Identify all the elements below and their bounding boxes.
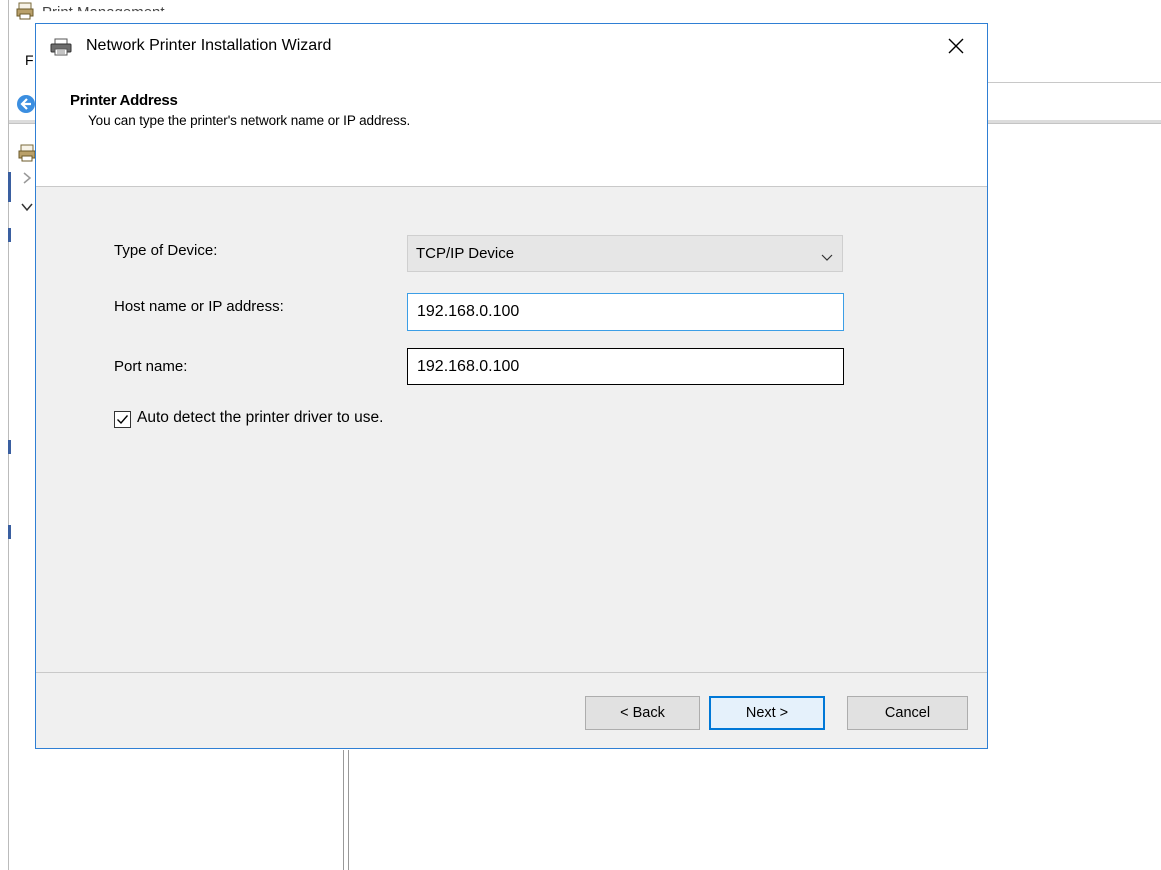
host-input[interactable]: 192.168.0.100: [407, 293, 844, 331]
wizard-title: Network Printer Installation Wizard: [86, 37, 332, 54]
close-icon: [948, 38, 964, 59]
page-subtitle: You can type the printer's network name …: [88, 113, 411, 128]
back-arrow-icon[interactable]: [16, 94, 36, 114]
app-title: Print Management: [42, 4, 165, 21]
chevron-down-icon[interactable]: [21, 200, 33, 215]
page-title: Printer Address: [70, 92, 178, 109]
auto-detect-label[interactable]: Auto detect the printer driver to use.: [137, 409, 383, 427]
chevron-right-icon[interactable]: [22, 172, 32, 187]
footer-separator: [36, 672, 987, 673]
auto-detect-checkbox[interactable]: [114, 411, 131, 428]
type-of-device-value: TCP/IP Device: [416, 245, 515, 262]
port-value: 192.168.0.100: [417, 358, 520, 375]
close-button[interactable]: [936, 28, 976, 68]
type-of-device-dropdown[interactable]: TCP/IP Device: [407, 235, 843, 272]
host-label: Host name or IP address:: [114, 298, 284, 315]
wizard-header: Printer Address You can type the printer…: [36, 72, 987, 187]
cancel-button[interactable]: Cancel: [847, 696, 968, 730]
tree-selection-marker: [8, 525, 11, 539]
tree-selection-marker: [8, 172, 11, 202]
back-button[interactable]: < Back: [585, 696, 700, 730]
next-button[interactable]: Next >: [709, 696, 825, 730]
menu-file[interactable]: F: [25, 52, 34, 68]
window-left-border: [8, 0, 9, 870]
chevron-down-icon: [821, 249, 833, 261]
port-label: Port name:: [114, 358, 188, 375]
print-management-icon: [18, 144, 36, 162]
print-management-icon: [16, 2, 34, 20]
pane-splitter[interactable]: [343, 750, 349, 870]
wizard-titlebar: Network Printer Installation Wizard: [36, 24, 987, 72]
network-printer-wizard: Network Printer Installation Wizard Prin…: [35, 23, 988, 749]
toolbar-border: [985, 82, 1161, 83]
printer-icon: [50, 38, 72, 56]
host-value: 192.168.0.100: [417, 303, 520, 320]
port-input[interactable]: 192.168.0.100: [407, 348, 844, 385]
type-of-device-label: Type of Device:: [114, 242, 218, 259]
tree-selection-marker: [8, 440, 11, 454]
tree-selection-marker: [8, 228, 11, 242]
